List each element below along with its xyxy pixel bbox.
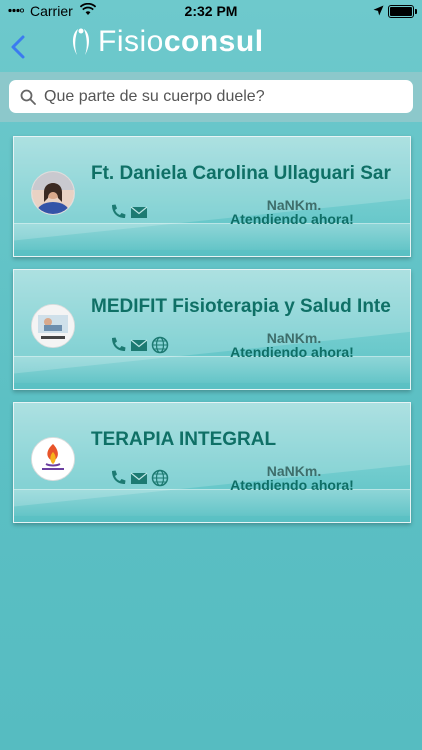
card-band bbox=[14, 223, 410, 250]
phone-icon[interactable] bbox=[109, 336, 127, 354]
avatar bbox=[31, 171, 75, 215]
search-bar[interactable] bbox=[9, 80, 413, 113]
result-card[interactable]: MEDIFIT Fisioterapia y Salud Inte NaNKm.… bbox=[13, 269, 411, 390]
avatar bbox=[31, 304, 75, 348]
battery-icon bbox=[388, 5, 417, 18]
card-band bbox=[14, 489, 410, 516]
contact-icons bbox=[109, 469, 169, 487]
globe-icon[interactable] bbox=[151, 336, 169, 354]
avatar-photo-image bbox=[32, 172, 74, 214]
logo-text-consul: consul bbox=[163, 25, 264, 58]
app-logo: Fisio consul bbox=[66, 22, 264, 62]
logo-mark-icon bbox=[72, 28, 90, 55]
avatar-clinic-image bbox=[32, 305, 74, 347]
provider-name: MEDIFIT Fisioterapia y Salud Inte bbox=[91, 296, 391, 317]
status-time: 2:32 PM bbox=[184, 3, 238, 19]
logo-text-fisio: Fisio bbox=[98, 25, 164, 58]
mail-icon[interactable] bbox=[130, 336, 148, 354]
provider-name: Ft. Daniela Carolina Ullaguari Sar bbox=[91, 163, 391, 184]
phone-icon[interactable] bbox=[109, 203, 127, 221]
phone-icon[interactable] bbox=[109, 469, 127, 487]
contact-icons bbox=[109, 203, 148, 221]
result-card[interactable]: Ft. Daniela Carolina Ullaguari Sar NaNKm… bbox=[13, 136, 411, 257]
mail-icon[interactable] bbox=[130, 203, 148, 221]
search-bar-container bbox=[0, 72, 422, 122]
nav-bar: Fisio consul bbox=[0, 22, 422, 72]
location-arrow-icon bbox=[373, 5, 384, 16]
status-bar: Carrier 2:32 PM bbox=[0, 0, 422, 22]
status-label: Atendiendo ahora! bbox=[230, 344, 354, 360]
mail-icon[interactable] bbox=[130, 469, 148, 487]
globe-icon[interactable] bbox=[151, 469, 169, 487]
avatar bbox=[31, 437, 75, 481]
status-label: Atendiendo ahora! bbox=[230, 477, 354, 493]
contact-icons bbox=[109, 336, 169, 354]
search-input[interactable] bbox=[44, 87, 384, 106]
provider-name: TERAPIA INTEGRAL bbox=[91, 429, 277, 450]
result-card[interactable]: TERAPIA INTEGRAL NaNKm. Atendiendo ahora… bbox=[13, 402, 411, 523]
avatar-logo-image bbox=[32, 438, 74, 480]
search-icon bbox=[20, 89, 36, 105]
back-chevron-icon[interactable] bbox=[8, 34, 30, 60]
card-band bbox=[14, 356, 410, 383]
status-label: Atendiendo ahora! bbox=[230, 211, 354, 227]
